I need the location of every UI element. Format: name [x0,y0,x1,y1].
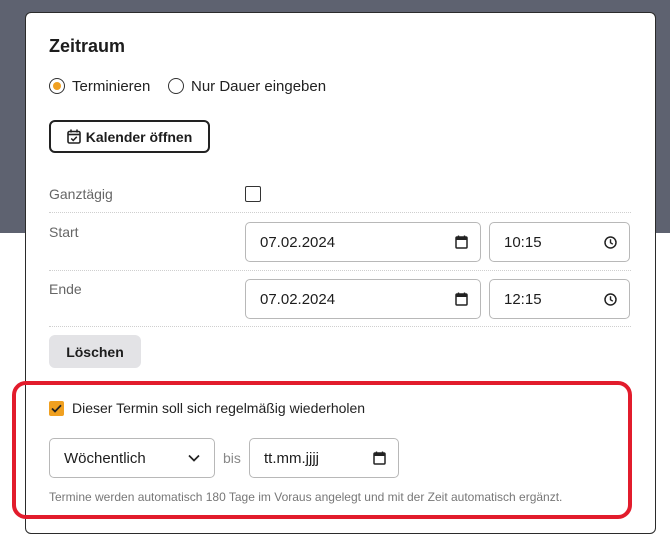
divider [49,270,631,271]
checkmark-icon [51,404,62,413]
recurrence-hint: Termine werden automatisch 180 Tage im V… [49,490,563,504]
delete-button[interactable]: Löschen [49,335,141,368]
until-date-input[interactable]: tt.mm.jjjj [249,438,399,478]
until-date-placeholder: tt.mm.jjjj [264,449,319,467]
recurrence-checkbox-label: Dieser Termin soll sich regelmäßig wiede… [72,400,366,416]
delete-button-label: Löschen [66,343,124,360]
end-label: Ende [49,281,82,297]
radio-nur-dauer-label: Nur Dauer eingeben [191,77,327,95]
allday-checkbox[interactable] [245,186,261,202]
radio-terminieren[interactable]: Terminieren [49,76,150,96]
open-calendar-button[interactable]: Kalender öffnen [49,120,210,153]
radio-terminieren-label: Terminieren [72,77,151,95]
start-date-input[interactable]: 07.02.2024 [245,222,481,262]
end-time-input[interactable]: 12:15 [489,279,630,319]
calendar-icon[interactable] [455,235,468,249]
start-label: Start [49,224,79,240]
until-label: bis [223,450,241,466]
clock-icon[interactable] [604,235,617,249]
end-time-value: 12:15 [504,290,542,308]
radio-unchecked-icon[interactable] [168,78,184,94]
section-title: Zeitraum [49,36,126,56]
clock-icon[interactable] [604,292,617,306]
allday-label: Ganztägig [49,186,113,202]
open-calendar-label: Kalender öffnen [85,128,193,145]
frequency-value: Wöchentlich [64,449,146,467]
calendar-check-icon [66,129,81,144]
radio-checked-icon[interactable] [49,78,65,94]
recurrence-checkbox[interactable] [49,401,64,416]
start-time-input[interactable]: 10:15 [489,222,630,262]
start-time-value: 10:15 [504,233,542,251]
chevron-down-icon [188,454,200,462]
divider [49,326,631,327]
start-date-value: 07.02.2024 [260,233,336,251]
divider [49,212,631,213]
radio-nur-dauer[interactable]: Nur Dauer eingeben [168,76,326,96]
calendar-icon[interactable] [373,451,386,465]
end-date-value: 07.02.2024 [260,290,336,308]
calendar-icon[interactable] [455,292,468,306]
frequency-select[interactable]: Wöchentlich [49,438,215,478]
end-date-input[interactable]: 07.02.2024 [245,279,481,319]
